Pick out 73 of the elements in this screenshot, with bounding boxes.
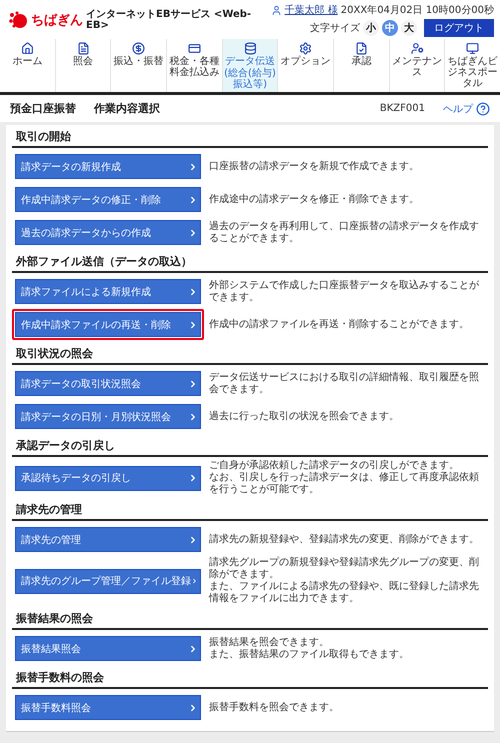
- chevron-icon: [191, 576, 198, 586]
- chevron-icon: [188, 644, 198, 654]
- description: 外部システムで作成した口座振替データを取込みすることができます。: [209, 280, 480, 304]
- description: データ伝送サービスにおける取引の詳細情報、取引履歴を照会できます。: [209, 372, 480, 396]
- section-title: 振替手数料の照会: [12, 666, 488, 689]
- action-button[interactable]: 請求データの新規作成: [12, 151, 204, 182]
- bank-name: ちばぎん: [31, 12, 83, 29]
- action-button[interactable]: 振替手数料照会: [12, 692, 204, 723]
- action-button[interactable]: 請求データの日別・月別状況照会: [12, 401, 204, 432]
- section-title: 外部ファイル送信（データの取込）: [12, 250, 488, 273]
- chevron-icon: [188, 286, 198, 296]
- database-icon: [244, 42, 257, 55]
- chevron-icon: [188, 412, 198, 422]
- page-title: 預金口座振替: [10, 101, 76, 116]
- description: ご自身が承認依頼した請求データの引戻しができます。: [209, 460, 460, 472]
- description: 振替結果を照会できます。: [209, 636, 330, 648]
- action-button[interactable]: 請求ファイルによる新規作成: [12, 276, 204, 307]
- description: 請求先グループの新規登録や登録請求先グループの変更、削除ができます。: [209, 557, 480, 580]
- description: 作成途中の請求データを修正・削除できます。: [209, 194, 419, 206]
- action-button[interactable]: 請求先の管理: [12, 524, 204, 555]
- user-name-link[interactable]: 千葉太郎 様: [284, 3, 338, 17]
- description: 過去のデータを再利用して、口座振替の請求データを作成することができます。: [209, 220, 480, 244]
- font-size-label: 文字サイズ: [310, 22, 360, 35]
- nav-tab[interactable]: 税金・各種料金払込み: [167, 39, 223, 92]
- coin-icon: [132, 42, 146, 55]
- description: なお、引戻しを行った請求データは、修正して再度承認依頼を行うことが可能です。: [209, 472, 480, 496]
- font-size-button[interactable]: 中: [382, 20, 398, 36]
- document-icon: [76, 42, 90, 55]
- chevron-icon: [188, 473, 198, 483]
- help-link[interactable]: ヘルプ: [443, 102, 490, 116]
- logo-icon: [8, 11, 28, 29]
- chevron-icon: [188, 378, 198, 388]
- home-icon: [20, 42, 34, 55]
- screen-id: BKZF001: [380, 103, 425, 114]
- chevron-icon: [188, 162, 198, 172]
- service-name: インターネットEBサービス <Web-EB>: [86, 9, 252, 31]
- section-title: 取引状況の照会: [12, 342, 488, 365]
- action-button[interactable]: 請求データの取引状況照会: [12, 368, 204, 399]
- chevron-icon: [188, 702, 198, 712]
- font-size-button[interactable]: 小: [363, 20, 379, 36]
- description: 過去に行った取引の状況を照会できます。: [209, 410, 399, 422]
- action-button[interactable]: 作成中請求ファイルの再送・削除: [12, 309, 204, 340]
- chevron-icon: [188, 194, 198, 204]
- settings-icon: [299, 42, 312, 55]
- user-icon: [270, 4, 282, 16]
- chevron-icon: [188, 228, 198, 238]
- nav-tab[interactable]: オプション: [278, 39, 334, 92]
- card-icon: [188, 42, 201, 55]
- nav-tab[interactable]: データ伝送 (総合(給与)振込等): [222, 39, 278, 92]
- page-title: 作業内容選択: [94, 101, 160, 116]
- datetime: 20XX年04月02日 10時00分00秒: [340, 4, 494, 17]
- description: 請求先の新規登録や、登録請求先の変更、削除ができます。: [209, 534, 479, 546]
- logout-button[interactable]: ログアウト: [424, 19, 494, 37]
- document-check-icon: [354, 42, 368, 55]
- chevron-icon: [188, 320, 198, 330]
- action-button[interactable]: 作成中請求データの修正・削除: [12, 184, 204, 215]
- section-title: 請求先の管理: [12, 498, 488, 521]
- description: また、ファイルによる請求先の登録や、既に登録した請求先情報をファイルに出力できます。: [209, 581, 480, 605]
- description: 作成中の請求ファイルを再送・削除することができます。: [209, 318, 469, 330]
- chevron-icon: [188, 534, 198, 544]
- font-size-button[interactable]: 大: [401, 20, 417, 36]
- section-title: 振替結果の照会: [12, 607, 488, 630]
- action-button[interactable]: 過去の請求データからの作成: [12, 217, 204, 248]
- user-gear-icon: [410, 42, 424, 55]
- description: 振替手数料を照会できます。: [209, 702, 339, 714]
- help-icon: [476, 102, 490, 116]
- section-title: 取引の開始: [12, 125, 488, 148]
- action-button[interactable]: 振替結果照会: [12, 633, 204, 664]
- nav-tab[interactable]: 振込・振替: [111, 39, 168, 92]
- description: 口座振替の請求データを新規で作成できます。: [209, 160, 419, 172]
- section-title: 承認データの引戻し: [12, 434, 488, 457]
- monitor-icon: [466, 42, 480, 55]
- description: また、振替結果のファイル取得もできます。: [209, 648, 409, 660]
